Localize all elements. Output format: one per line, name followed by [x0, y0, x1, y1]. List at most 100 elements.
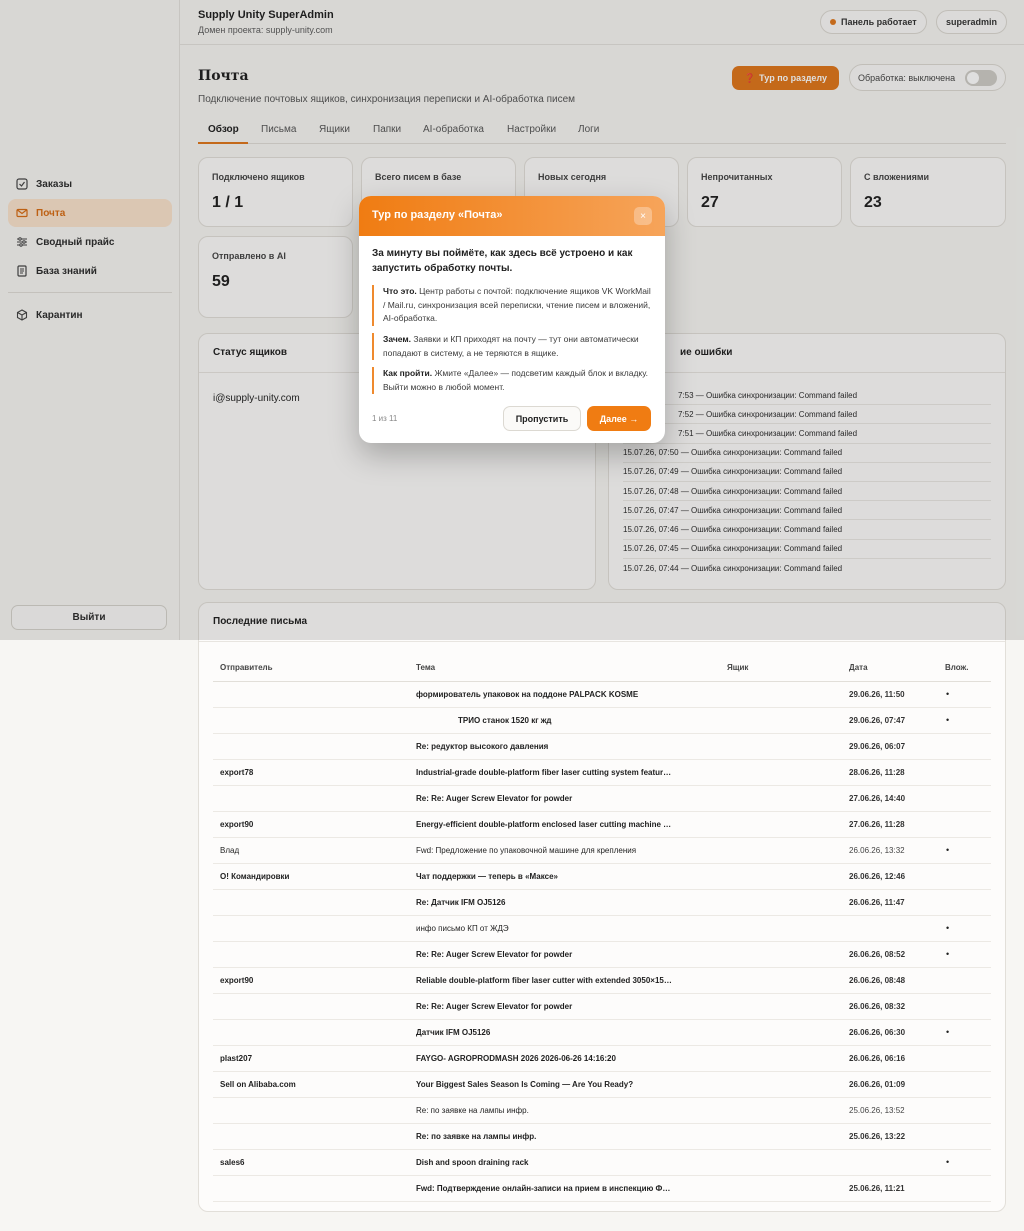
table-row[interactable]: export78 Industrial-grade double-platform…	[213, 759, 991, 786]
recent-emails-panel: Последние письма Отправитель Тема Ящик Д…	[198, 602, 1006, 1212]
email-mailbox	[720, 993, 842, 1020]
email-sender	[213, 733, 409, 760]
table-row[interactable]: Sell on Alibaba.com Your Biggest Sales Se…	[213, 1071, 991, 1098]
email-date	[842, 915, 938, 942]
column-header-mailbox[interactable]: Ящик	[720, 655, 842, 682]
email-date: 29.06.26, 07:47	[842, 707, 938, 734]
email-mailbox	[720, 889, 842, 916]
table-row[interactable]: export90 Energy-efficient double-platform…	[213, 811, 991, 838]
email-attachment-icon: •	[938, 707, 991, 734]
table-row[interactable]: ТРИО станок 1520 кг жд 29.06.26, 07:47 •	[213, 707, 991, 734]
table-row[interactable]: Fwd: Подтверждение онлайн-записи на прие…	[213, 1175, 991, 1202]
table-row[interactable]: Re: Re: Auger Screw Elevator for powder 2…	[213, 785, 991, 812]
skip-button[interactable]: Пропустить	[503, 406, 581, 431]
email-attachment-icon	[938, 863, 991, 890]
email-subject: Датчик IFM OJ5126	[409, 1019, 720, 1046]
email-date: 29.06.26, 06:07	[842, 733, 938, 760]
column-header-attachments[interactable]: Влож.	[938, 655, 991, 682]
email-date: 26.06.26, 06:16	[842, 1045, 938, 1072]
email-attachment-icon: •	[938, 915, 991, 942]
table-row[interactable]: export90 Reliable double-platform fiber l…	[213, 967, 991, 994]
email-mailbox	[720, 1149, 842, 1176]
email-subject: Re: Re: Auger Screw Elevator for powder	[409, 785, 720, 812]
email-attachment-icon	[938, 759, 991, 786]
tip-text: Заявки и КП приходят на почту — тут они …	[383, 334, 639, 358]
email-subject: формирователь упаковок на поддоне PALPAC…	[409, 681, 720, 708]
email-sender	[213, 681, 409, 708]
email-mailbox	[720, 785, 842, 812]
table-row[interactable]: Датчик IFM OJ5126 26.06.26, 06:30 •	[213, 1019, 991, 1046]
email-attachment-icon	[938, 1071, 991, 1098]
email-subject: Fwd: Подтверждение онлайн-записи на прие…	[409, 1175, 720, 1202]
email-sender: Влад	[213, 837, 409, 864]
table-row[interactable]: sales6 Dish and spoon draining rack •	[213, 1149, 991, 1176]
email-date: 27.06.26, 11:28	[842, 811, 938, 838]
table-row[interactable]: Re: по заявке на лампы инфр. 25.06.26, 13…	[213, 1123, 991, 1150]
email-sender: export78	[213, 759, 409, 786]
table-row[interactable]: Re: Датчик IFM OJ5126 26.06.26, 11:47	[213, 889, 991, 916]
email-mailbox	[720, 941, 842, 968]
table-row[interactable]: Влад Fwd: Предложение по упаковочной маши…	[213, 837, 991, 864]
email-date: 29.06.26, 11:50	[842, 681, 938, 708]
email-mailbox	[720, 915, 842, 942]
email-subject: FAYGO- AGROPRODMASH 2026 2026-06-26 14:1…	[409, 1045, 720, 1072]
table-row[interactable]: plast207 FAYGO- AGROPRODMASH 2026 2026-06…	[213, 1045, 991, 1072]
email-subject: Dish and spoon draining rack	[409, 1149, 720, 1176]
email-sender	[213, 1175, 409, 1202]
email-attachment-icon	[938, 889, 991, 916]
email-attachment-icon: •	[938, 681, 991, 708]
close-icon: ×	[640, 210, 646, 222]
tour-tip-why: Зачем. Заявки и КП приходят на почту — т…	[372, 333, 652, 360]
email-date: 26.06.26, 11:47	[842, 889, 938, 916]
email-attachment-icon	[938, 733, 991, 760]
tip-text: Центр работы с почтой: подключение ящико…	[383, 286, 651, 323]
next-button[interactable]: Далее →	[587, 406, 651, 431]
email-attachment-icon: •	[938, 837, 991, 864]
email-date: 26.06.26, 08:48	[842, 967, 938, 994]
email-mailbox	[720, 759, 842, 786]
column-header-sender[interactable]: Отправитель	[213, 655, 409, 682]
email-subject: Re: по заявке на лампы инфр.	[409, 1123, 720, 1150]
email-sender: О! Командировки	[213, 863, 409, 890]
email-subject: Fwd: Предложение по упаковочной машине д…	[409, 837, 720, 864]
tour-dialog-header: Тур по разделу «Почта» ×	[359, 196, 665, 236]
tour-step-counter: 1 из 11	[372, 414, 398, 423]
table-row[interactable]: формирователь упаковок на поддоне PALPAC…	[213, 681, 991, 708]
email-subject: Re: Re: Auger Screw Elevator for powder	[409, 941, 720, 968]
table-row[interactable]: Re: Re: Auger Screw Elevator for powder 2…	[213, 941, 991, 968]
email-sender	[213, 889, 409, 916]
email-mailbox	[720, 1175, 842, 1202]
email-sender	[213, 707, 409, 734]
tour-title: Тур по разделу «Почта»	[372, 209, 503, 221]
email-subject: Re: по заявке на лампы инфр.	[409, 1097, 720, 1124]
email-attachment-icon	[938, 1045, 991, 1072]
email-mailbox	[720, 1097, 842, 1124]
email-sender	[213, 1097, 409, 1124]
email-subject: Re: Датчик IFM OJ5126	[409, 889, 720, 916]
email-mailbox	[720, 707, 842, 734]
table-row[interactable]: инфо письмо КП от ЖДЭ •	[213, 915, 991, 942]
table-row[interactable]: Re: редуктор высокого давления 29.06.26, …	[213, 733, 991, 760]
email-sender: sales6	[213, 1149, 409, 1176]
email-date: 27.06.26, 14:40	[842, 785, 938, 812]
email-subject: ТРИО станок 1520 кг жд	[409, 707, 720, 734]
email-attachment-icon: •	[938, 1019, 991, 1046]
column-header-date[interactable]: Дата	[842, 655, 938, 682]
email-date: 26.06.26, 08:52	[842, 941, 938, 968]
close-button[interactable]: ×	[634, 207, 652, 225]
table-row[interactable]: Re: Re: Auger Screw Elevator for powder 2…	[213, 993, 991, 1020]
email-attachment-icon	[938, 811, 991, 838]
email-sender: plast207	[213, 1045, 409, 1072]
table-row[interactable]: О! Командировки Чат поддержки — теперь в …	[213, 863, 991, 890]
email-date: 26.06.26, 08:32	[842, 993, 938, 1020]
email-subject: Energy-efficient double-platform enclose…	[409, 811, 720, 838]
table-row[interactable]: Re: по заявке на лампы инфр. 25.06.26, 13…	[213, 1097, 991, 1124]
email-date	[842, 1149, 938, 1176]
email-subject: инфо письмо КП от ЖДЭ	[409, 915, 720, 942]
divider	[199, 641, 1005, 642]
tip-label: Как пройти.	[383, 368, 433, 378]
tour-intro: За минуту вы поймёте, как здесь всё устр…	[372, 248, 633, 274]
email-mailbox	[720, 967, 842, 994]
email-date: 25.06.26, 13:22	[842, 1123, 938, 1150]
column-header-subject[interactable]: Тема	[409, 655, 720, 682]
